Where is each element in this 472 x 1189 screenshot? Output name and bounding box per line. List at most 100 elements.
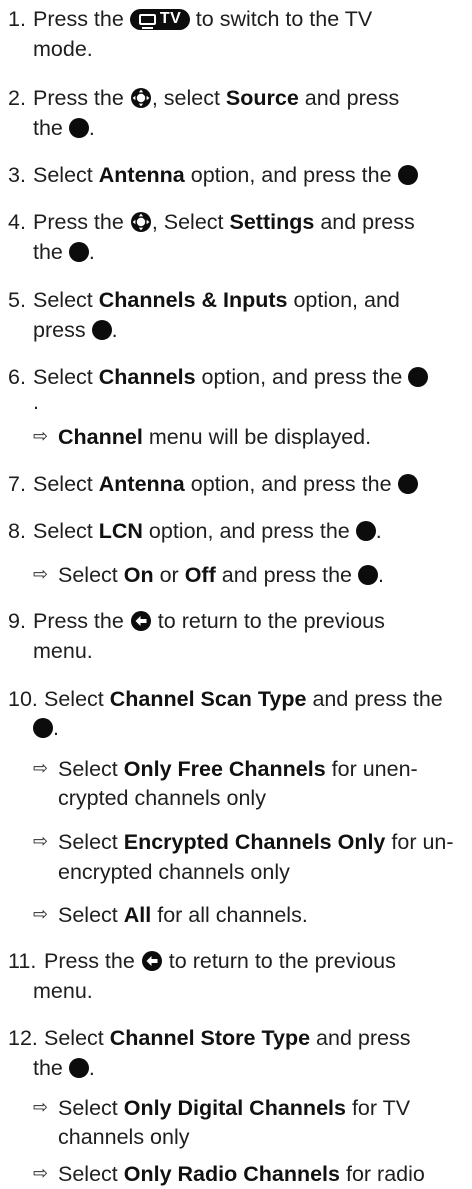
step-text: , Select <box>151 210 224 234</box>
step-text: menu. <box>33 639 93 663</box>
step-text: Select <box>44 1026 104 1050</box>
instruction-list: 1. Press the TV to switch to the TV mode… <box>0 0 472 1189</box>
tv-button-icon: TV <box>129 9 190 30</box>
arrow-icon: ⇨ <box>33 1163 49 1184</box>
menu-term: Only Free Channels <box>123 757 326 781</box>
step-text: option, and press the <box>148 519 350 543</box>
step-number: 11. <box>8 949 37 973</box>
menu-term: Encrypted Channels Only <box>123 830 386 854</box>
step-number: 10. <box>8 687 38 711</box>
step-text: and press <box>316 1026 411 1050</box>
step-text: to switch to the TV <box>195 7 373 31</box>
step-text: or <box>159 563 179 587</box>
step-text: and press <box>320 210 415 234</box>
arrow-icon: ⇨ <box>33 564 49 585</box>
step-12-option-2: ⇨ Select Only Radio Channels for radio <box>0 1159 472 1189</box>
step-text: Select <box>33 472 93 496</box>
ok-button-icon <box>68 1058 89 1078</box>
step-text: Select <box>58 757 118 781</box>
step-text: and press <box>304 86 400 110</box>
menu-term: Antenna <box>98 163 185 187</box>
step-number: 9. <box>8 609 26 633</box>
menu-term: Antenna <box>98 472 185 496</box>
back-button-icon <box>130 611 151 631</box>
step-text: Press the <box>33 609 124 633</box>
step-text: Select <box>58 903 118 927</box>
step-text: option, and press the <box>201 365 403 389</box>
menu-term: Channels <box>98 365 196 389</box>
step-text: for unen- <box>331 757 418 781</box>
step-text: . <box>53 716 59 740</box>
step-text: . <box>88 240 95 264</box>
step-text: encrypted channels only <box>58 860 290 884</box>
step-text: Press the <box>44 949 135 973</box>
step-number: 2. <box>8 86 26 110</box>
menu-term: Off <box>184 563 216 587</box>
step-number: 7. <box>8 472 26 496</box>
ok-button-icon <box>408 367 429 387</box>
menu-term: Channel <box>58 425 143 449</box>
step-text: the <box>33 116 63 140</box>
arrow-icon: ⇨ <box>33 904 49 925</box>
step-number: 12. <box>8 1026 38 1050</box>
back-button-icon <box>141 951 162 971</box>
menu-term: LCN <box>98 519 143 543</box>
ok-button-icon <box>355 521 376 541</box>
step-text: and press the <box>221 563 353 587</box>
menu-term: Channel Scan Type <box>109 687 307 711</box>
menu-term: Only Digital Channels <box>123 1096 346 1120</box>
step-text: . <box>88 116 95 140</box>
step-text: Select <box>33 519 93 543</box>
navigation-pad-icon <box>130 88 151 108</box>
step-text: Select <box>33 365 93 389</box>
step-text: . <box>378 563 384 587</box>
arrow-icon: ⇨ <box>33 426 49 447</box>
step-text: to return to the previous <box>168 949 396 973</box>
step-text: for all channels. <box>157 903 308 927</box>
ok-button-icon <box>33 718 53 738</box>
step-text: menu will be displayed. <box>148 425 372 449</box>
arrow-icon: ⇨ <box>33 758 49 779</box>
step-number: 8. <box>8 519 26 543</box>
step-text: Press the <box>33 86 124 110</box>
step-text: Press the <box>33 7 124 31</box>
menu-term: Source <box>225 86 299 110</box>
ok-button-icon <box>397 165 418 185</box>
step-text: , select <box>151 86 220 110</box>
step-text: . <box>375 519 382 543</box>
step-text: for un- <box>391 830 454 854</box>
ok-button-icon <box>91 320 112 340</box>
step-number: 5. <box>8 288 26 312</box>
step-text: option, and press the <box>190 472 392 496</box>
step-text: for radio <box>345 1162 425 1186</box>
step-text: . <box>33 390 39 414</box>
menu-term: Settings <box>229 210 315 234</box>
navigation-pad-icon <box>130 212 151 232</box>
ok-button-icon <box>358 565 378 585</box>
ok-button-icon <box>397 474 418 494</box>
menu-term: Channels & Inputs <box>98 288 288 312</box>
step-text: for TV <box>351 1096 411 1120</box>
step-text: to return to the previous <box>157 609 385 633</box>
step-text: and press the <box>312 687 443 711</box>
menu-term: Only Radio Channels <box>123 1162 340 1186</box>
step-text: Select <box>58 1162 118 1186</box>
step-text: Select <box>58 1096 118 1120</box>
step-text: Select <box>33 163 93 187</box>
step-text: Select <box>33 288 93 312</box>
ok-button-icon <box>68 242 89 262</box>
tv-button-label: TV <box>159 10 182 27</box>
step-text: Press the <box>33 210 124 234</box>
step-text: option, and <box>293 288 400 312</box>
arrow-icon: ⇨ <box>33 1097 49 1118</box>
step-text: option, and press the <box>190 163 392 187</box>
step-text: . <box>111 318 118 342</box>
step-text: crypted channels only <box>58 786 266 810</box>
menu-term: All <box>123 903 152 927</box>
step-text: press <box>33 318 86 342</box>
step-text: channels only <box>58 1125 190 1149</box>
step-number: 4. <box>8 210 26 234</box>
step-text: the <box>33 1056 63 1080</box>
step-text: mode. <box>33 37 93 61</box>
step-text: Select <box>44 687 104 711</box>
